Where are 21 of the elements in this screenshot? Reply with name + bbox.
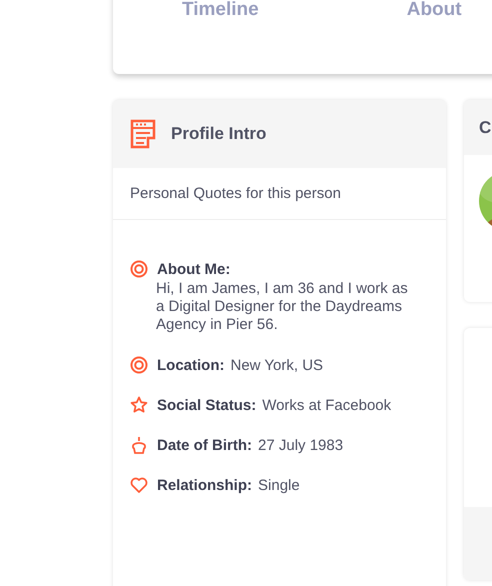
cake-icon xyxy=(130,436,148,454)
info-label: Social Status: xyxy=(157,396,256,414)
tab[interactable]: Timeline xyxy=(182,0,259,21)
info-value: Single xyxy=(258,476,300,494)
star-icon xyxy=(130,396,148,414)
target-icon xyxy=(130,356,148,374)
card-title: Profile Intro xyxy=(171,124,266,144)
card-title: C xyxy=(479,118,492,138)
info-label: About Me: xyxy=(157,260,230,278)
info-label: Date of Birth: xyxy=(157,436,252,454)
info-label: Relationship: xyxy=(157,476,252,494)
info-label: Location: xyxy=(157,356,224,374)
tab[interactable]: About xyxy=(406,0,462,21)
target-icon xyxy=(130,260,148,278)
card-subtitle: Personal Quotes for this person xyxy=(130,185,341,202)
heart-icon xyxy=(130,476,148,494)
info-value: 27 July 1983 xyxy=(258,436,344,454)
info-value: Hi, I am James, I am 36 and I work as a Digital Designer for the Daydreams Agency in Pier 56. xyxy=(156,280,409,334)
info-value: Works at Facebook xyxy=(262,396,392,414)
info-value: New York, US xyxy=(230,356,324,374)
document-icon xyxy=(130,119,157,149)
